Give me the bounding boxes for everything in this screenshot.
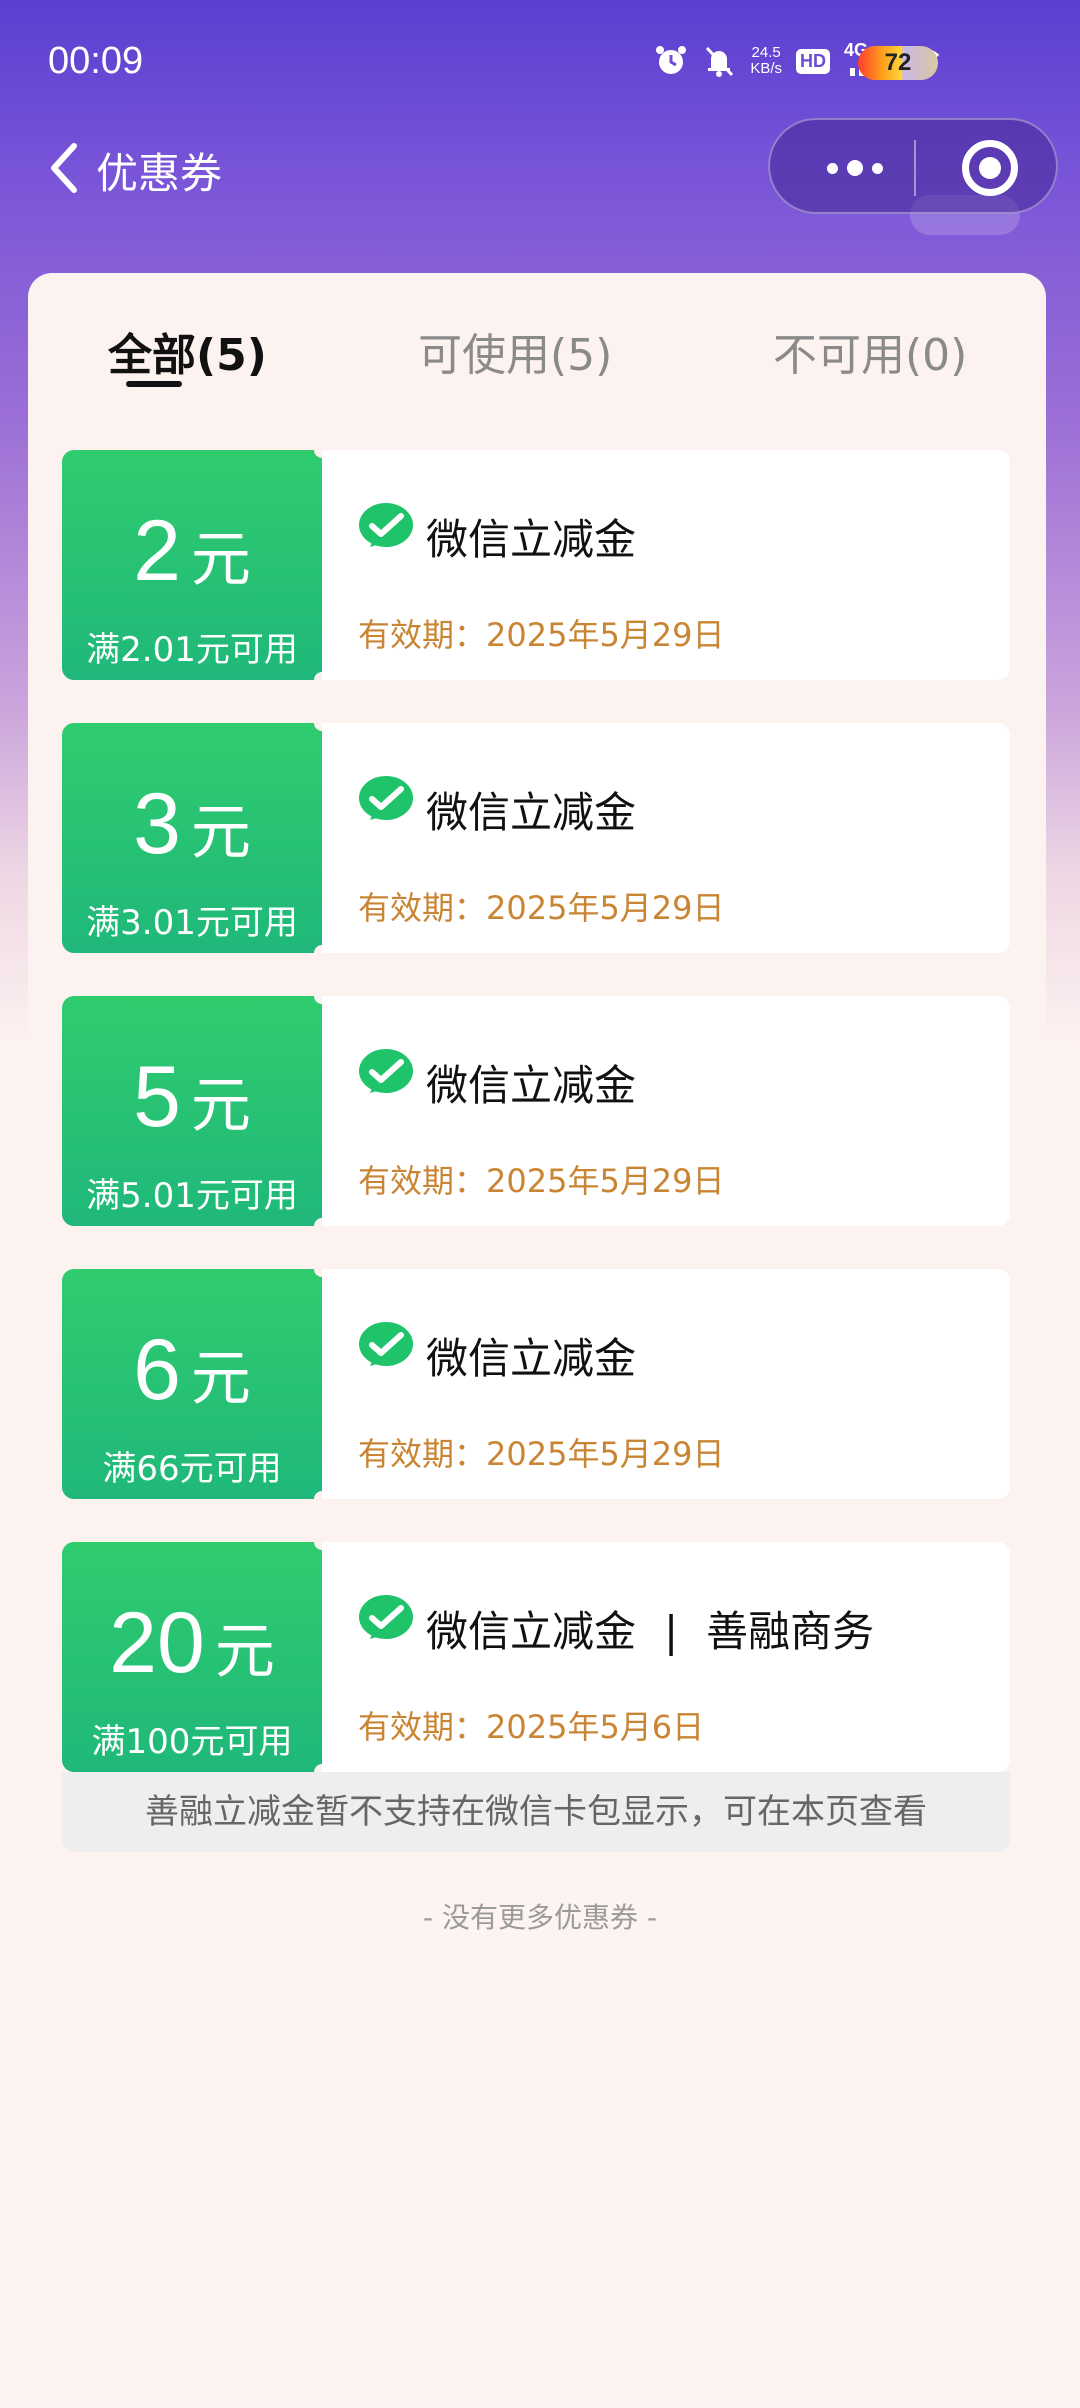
wechat-pay-icon: [359, 1322, 413, 1366]
coupon-condition: 满5.01元可用: [86, 1176, 298, 1216]
coupon-amount: 2元: [62, 502, 322, 601]
coupon-amount-number: 2: [133, 503, 181, 599]
coupon-amount-unit: 元: [214, 1617, 275, 1687]
coupon-validity: 有效期：2025年5月29日: [358, 1162, 725, 1200]
status-time: 00:09: [48, 40, 144, 82]
coupon-value-panel: 20 元 满100元可用: [62, 1534, 330, 1780]
coupon-amount-unit: 元: [190, 798, 251, 868]
coupon-condition: 满66元可用: [102, 1449, 282, 1489]
alarm-icon: [656, 46, 687, 74]
coupon-card[interactable]: 6元 满66元可用 微信立减金 有效期：2025年5月29日: [62, 1261, 1010, 1507]
coupon-amount-unit: 元: [190, 1344, 251, 1414]
coupon-title: 微信立减金: [426, 1052, 636, 1113]
coupon-amount-unit: 元: [190, 525, 251, 595]
coupon-card[interactable]: 20 元 满100元可用 微信立减金 | 善融商务 有效期：2025年5月6日: [62, 1534, 1010, 1780]
battery-icon: 72: [858, 46, 938, 80]
no-more-coupons-text: - 没有更多优惠券 -: [422, 1901, 657, 1934]
coupon-amount-number: 3: [133, 776, 181, 872]
coupon-amount: 6元: [62, 1321, 322, 1420]
active-tab-indicator: [126, 381, 182, 387]
coupon-info-panel: 微信立减金 有效期：2025年5月29日: [322, 723, 1010, 953]
status-bar: 00:09 24.5 KB/s HD 4G 72: [0, 0, 1080, 120]
coupon-title-text: 微信立减金: [426, 1334, 637, 1383]
coupon-amount: 3元: [62, 775, 322, 874]
coupon-amount: 20 元: [62, 1594, 322, 1693]
coupon-merchant: 善融商务: [706, 1607, 875, 1656]
coupon-validity: 有效期：2025年5月29日: [358, 1435, 725, 1473]
coupon-panel: 全部(5) 可使用(5) 不可用(0) 2元 满2.01元可用 微信立减金 有效…: [28, 273, 1046, 1885]
mute-icon: [706, 46, 734, 77]
coupon-title: 微信立减金 | 善融商务: [426, 1598, 874, 1659]
more-dot-icon: [847, 160, 863, 176]
more-menu-button[interactable]: [810, 150, 900, 186]
coupon-card[interactable]: 3元 满3.01元可用 微信立减金 有效期：2025年5月29日: [62, 715, 1010, 961]
wechat-pay-icon: [359, 776, 413, 820]
net-speed: 24.5 KB/s: [750, 45, 782, 77]
coupon-title-text: 微信立减金: [426, 1607, 637, 1656]
coupon-card[interactable]: 5元 满5.01元可用 微信立减金 有效期：2025年5月29日: [62, 988, 1010, 1234]
hd-badge: HD: [796, 48, 830, 74]
coupon-card[interactable]: 2元 满2.01元可用 微信立减金 有效期：2025年5月29日: [62, 442, 1010, 688]
coupon-value-panel: 3元 满3.01元可用: [62, 715, 330, 961]
coupon-value-panel: 2元 满2.01元可用: [62, 442, 330, 688]
tab-available[interactable]: 可使用(5): [418, 319, 612, 383]
coupon-title: 微信立减金: [426, 1325, 636, 1386]
coupon-condition: 满100元可用: [91, 1722, 293, 1762]
wechat-pay-icon: [359, 1595, 413, 1639]
tab-all[interactable]: 全部(5): [108, 319, 267, 383]
coupon-amount-unit: 元: [190, 1071, 251, 1141]
coupon-info-panel: 微信立减金 有效期：2025年5月29日: [322, 450, 1010, 680]
coupon-title: 微信立减金: [426, 779, 636, 840]
back-arrow-icon[interactable]: [40, 138, 90, 198]
coupon-title-text: 微信立减金: [426, 515, 637, 564]
capsule-divider: [914, 140, 916, 196]
coupon-amount-number: 20: [109, 1595, 205, 1691]
coupon-amount-number: 5: [133, 1049, 181, 1145]
coupon-title-text: 微信立减金: [426, 1061, 637, 1110]
mini-program-capsule: [768, 118, 1058, 214]
coupon-info-panel: 微信立减金 有效期：2025年5月29日: [322, 996, 1010, 1226]
coupon-condition: 满3.01元可用: [86, 903, 298, 943]
more-dot-icon: [872, 162, 883, 174]
more-dot-icon: [827, 162, 838, 174]
wechat-pay-icon: [359, 503, 413, 547]
coupon-title-separator: |: [664, 1607, 679, 1656]
close-target-icon[interactable]: [962, 140, 1018, 196]
coupon-validity: 有效期：2025年5月29日: [358, 889, 725, 927]
page-title: 优惠券: [96, 149, 223, 198]
net-speed-value: 24.5: [751, 44, 781, 61]
tab-unavailable[interactable]: 不可用(0): [773, 319, 967, 383]
coupon-title-text: 微信立减金: [426, 788, 637, 837]
coupon-notice: 善融立减金暂不支持在微信卡包显示，可在本页查看: [62, 1772, 1010, 1852]
net-speed-unit: KB/s: [750, 60, 782, 77]
coupon-value-panel: 5元 满5.01元可用: [62, 988, 330, 1234]
coupon-validity: 有效期：2025年5月29日: [358, 616, 725, 654]
wechat-pay-icon: [359, 1049, 413, 1093]
coupon-info-panel: 微信立减金 有效期：2025年5月29日: [322, 1269, 1010, 1499]
coupon-validity: 有效期：2025年5月6日: [358, 1708, 705, 1746]
coupon-info-panel: 微信立减金 | 善融商务 有效期：2025年5月6日: [322, 1542, 1010, 1772]
coupon-amount-number: 6: [133, 1322, 181, 1418]
coupon-condition: 满2.01元可用: [86, 630, 298, 670]
coupon-title: 微信立减金: [426, 506, 636, 567]
tab-bar: 全部(5) 可使用(5) 不可用(0): [28, 273, 1046, 413]
coupon-value-panel: 6元 满66元可用: [62, 1261, 330, 1507]
coupon-amount: 5元: [62, 1048, 322, 1147]
